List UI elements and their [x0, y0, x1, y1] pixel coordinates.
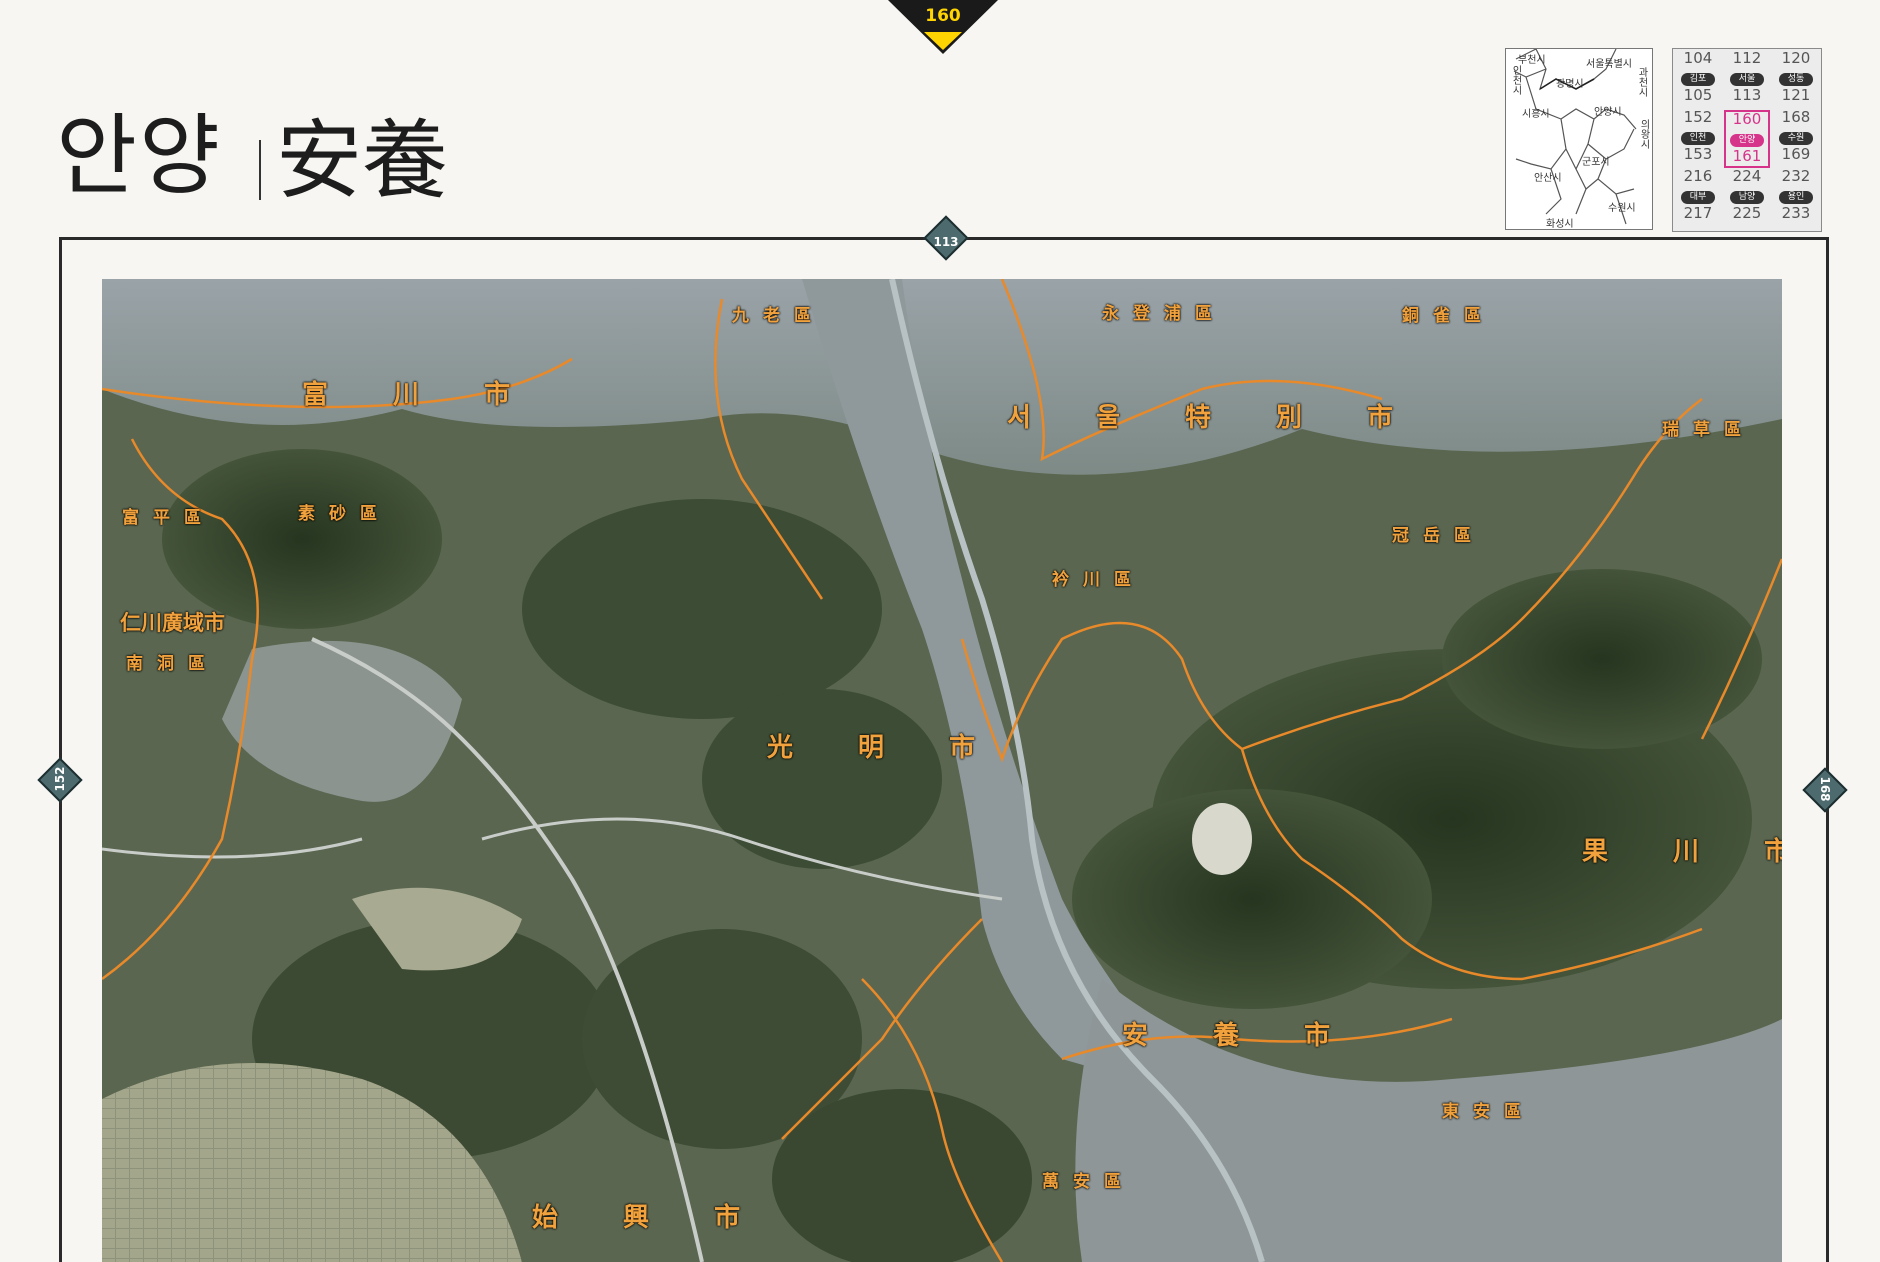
map-label-seocho: 瑞草區: [1662, 420, 1755, 440]
map-label-dongjak: 銅雀區: [1402, 306, 1495, 326]
map-label-dongan: 東安區: [1442, 1102, 1535, 1122]
index-cell-name: 김포: [1681, 73, 1715, 86]
index-cell-current[interactable]: 160 안양 161: [1724, 110, 1770, 168]
page-title-hanja: 安養: [276, 111, 448, 211]
index-cell[interactable]: 120 성동 121: [1773, 51, 1819, 109]
map-label-sosa: 素砂區: [298, 504, 391, 524]
index-cell-name: 수원: [1779, 132, 1813, 145]
index-cell-name: 남양: [1730, 191, 1764, 204]
page-number: 160: [925, 6, 961, 26]
map-label-anyang: 安 養 市: [1122, 1021, 1359, 1051]
index-cell-bottom: 121: [1781, 86, 1811, 104]
index-cell[interactable]: 232 용인 233: [1773, 169, 1819, 227]
map-label-gwacheon: 果 川 市: [1582, 837, 1782, 867]
index-cell-top: 112: [1732, 49, 1762, 67]
map-label-incheon: 仁川廣域市: [120, 610, 225, 635]
adjacent-page-right[interactable]: 168: [1818, 767, 1832, 811]
map-label-geumcheon: 衿川區: [1052, 570, 1145, 590]
map-label-bupyeong: 富平區: [122, 508, 215, 528]
locator-label: 화성시: [1546, 219, 1574, 230]
index-cell-name: 인천: [1681, 132, 1715, 145]
title-divider: [259, 140, 261, 200]
map-label-yeongdeungpo: 永登浦區: [1102, 304, 1226, 324]
map-label-namdong: 南洞區: [126, 654, 219, 674]
adjacent-page-left[interactable]: 152: [53, 757, 67, 801]
index-cell[interactable]: 112 서울 113: [1724, 51, 1770, 109]
map-label-siheung: 始 興 市: [532, 1203, 769, 1233]
index-cell-top: 216: [1683, 167, 1713, 185]
map-label-seoul: 서 울 特 別 市: [1007, 403, 1422, 433]
index-cell-top: 168: [1781, 108, 1811, 126]
map-label-manan: 萬安區: [1042, 1172, 1135, 1192]
satellite-map[interactable]: 富 川 市 서 울 特 別 市 光 明 市 果 川 市 安 養 市 始 興 市 …: [102, 279, 1782, 1262]
locator-label: 광명시: [1556, 79, 1584, 90]
index-cell[interactable]: 168 수원 169: [1773, 110, 1819, 168]
page-title-korean: 안양: [56, 104, 222, 207]
locator-label: 서울특별시: [1586, 59, 1632, 70]
index-cell-bottom: 225: [1732, 204, 1762, 222]
index-cell-name: 대부: [1681, 191, 1715, 204]
index-cell-name: 안양: [1730, 134, 1764, 147]
index-cell-name: 서울: [1730, 73, 1764, 86]
locator-label: 부천시: [1518, 55, 1546, 66]
index-cell-bottom: 161: [1732, 147, 1762, 165]
locator-label: 시흥시: [1522, 109, 1550, 120]
index-cell-name: 용인: [1779, 191, 1813, 204]
index-cell-top: 120: [1781, 49, 1811, 67]
locator-label: 수원시: [1608, 203, 1636, 214]
index-cell-top: 232: [1781, 167, 1811, 185]
map-label-guro: 九老區: [732, 306, 825, 326]
index-cell[interactable]: 152 인천 153: [1675, 110, 1721, 168]
map-label-gwanak: 冠岳區: [1392, 526, 1485, 546]
index-cell-bottom: 105: [1683, 86, 1713, 104]
locator-label: 인천시: [1510, 65, 1521, 95]
index-cell[interactable]: 104 김포 105: [1675, 51, 1721, 109]
index-cell-top: 104: [1683, 49, 1713, 67]
index-cell-bottom: 233: [1781, 204, 1811, 222]
locator-label: 군포시: [1582, 157, 1610, 168]
index-cell-top: 224: [1732, 167, 1762, 185]
index-cell[interactable]: 216 대부 217: [1675, 169, 1721, 227]
index-cell[interactable]: 224 남양 225: [1724, 169, 1770, 227]
index-cell-bottom: 153: [1683, 145, 1713, 163]
locator-label: 과천시: [1636, 67, 1647, 97]
index-cell-bottom: 169: [1781, 145, 1811, 163]
locator-label: 안양시: [1594, 107, 1622, 118]
adjacent-page-top[interactable]: 113: [924, 235, 968, 249]
index-cell-name: 성동: [1779, 73, 1813, 86]
index-cell-bottom: 217: [1683, 204, 1713, 222]
locator-map: 부천시 서울특별시 인천시 광명시 과천시 시흥시 안양시 의왕시 군포시 안산…: [1505, 48, 1653, 230]
map-label-gwangmyeong: 光 明 市: [767, 733, 1004, 763]
locator-label: 안산시: [1534, 173, 1562, 184]
locator-label: 의왕시: [1638, 119, 1649, 149]
sheet-index-grid: 104 김포 105 112 서울 113 120 성동 121 152 인천 …: [1672, 48, 1822, 232]
index-cell-top: 160: [1732, 110, 1762, 128]
index-cell-top: 152: [1683, 108, 1713, 126]
index-cell-bottom: 113: [1732, 86, 1762, 104]
map-label-bucheon: 富 川 市: [302, 380, 539, 410]
